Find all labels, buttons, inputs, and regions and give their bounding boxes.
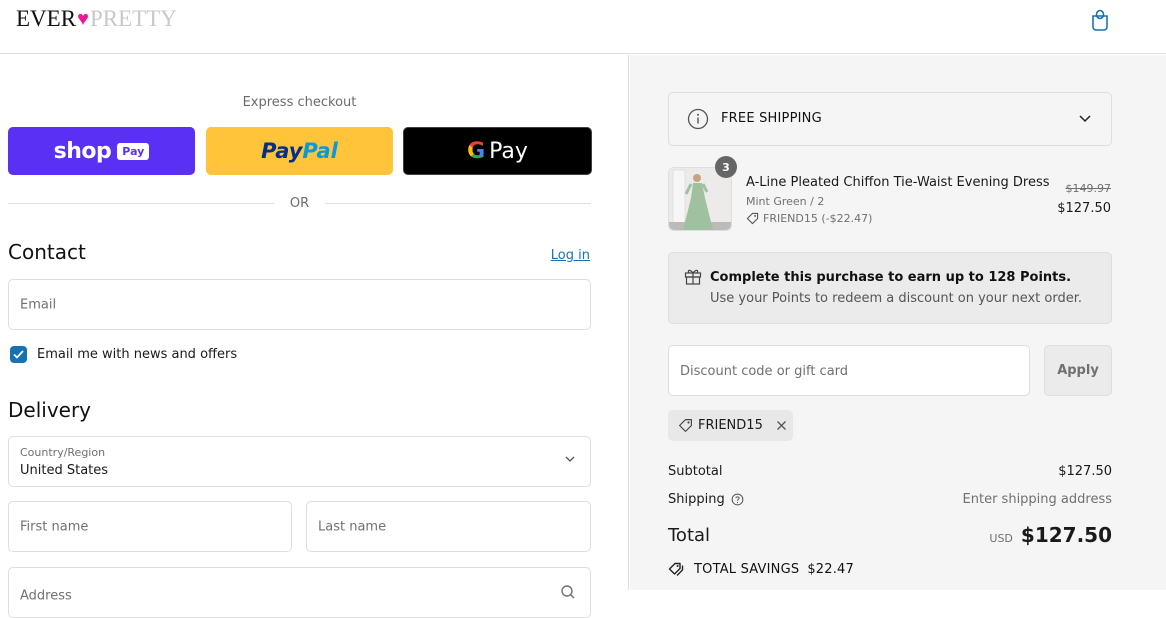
total-row: Total USD $127.50 [668,523,1112,547]
discount-code-input[interactable]: Discount code or gift card [668,345,1030,396]
express-checkout-label: Express checkout [242,95,357,110]
remove-discount-button[interactable] [776,420,787,431]
total-value: $127.50 [1020,523,1112,547]
total-savings: TOTAL SAVINGS $22.47 [668,561,854,577]
product-name: A-Line Pleated Chiffon Tie-Waist Evening… [746,175,1050,190]
points-title: Complete this purchase to earn up to 128… [710,270,1072,285]
quantity-badge: 3 [715,156,737,178]
shipping-value: Enter shipping address [962,492,1112,507]
log-in-link[interactable]: Log in [551,248,590,263]
discounted-price: $127.50 [1057,201,1111,216]
newsletter-checkbox[interactable] [10,346,27,363]
discount-placeholder: Discount code or gift card [680,364,849,379]
shipping-row: Shipping Enter shipping address [668,492,1112,507]
help-icon[interactable] [731,493,744,506]
first-name-placeholder: First name [20,519,89,534]
points-subtitle: Use your Points to redeem a discount on … [710,291,1083,306]
heart-icon: ♥ [77,8,89,30]
chevron-down-icon [1079,115,1091,123]
applied-discount-tag: FRIEND15 [668,410,793,441]
divider-line [325,202,592,204]
address-placeholder: Address [20,588,72,604]
total-label: Total [668,524,711,546]
paypal-logo-pay: Pay [261,139,303,163]
savings-label: TOTAL SAVINGS [694,561,800,577]
product-discount: FRIEND15 (-$22.47) [746,212,872,225]
shipping-label: Shipping [668,492,725,507]
shop-pay-word: shop [53,138,112,164]
google-g-icon: G [467,138,486,164]
order-summary: FREE SHIPPING 3 A-Line Pleated Chiffon T… [630,55,1166,590]
newsletter-label: Email me with news and offers [37,347,238,362]
shop-pay-badge: Pay [117,142,150,160]
product-discount-text: FRIEND15 (-$22.47) [763,212,873,225]
points-banner: Complete this purchase to earn up to 128… [668,252,1112,324]
email-placeholder: Email [20,297,57,312]
tag-icon [679,419,692,432]
paypal-logo-pal: Pal [302,139,338,163]
site-header: EVER ♥ PRETTY [0,0,1166,54]
applied-code: FRIEND15 [698,418,763,433]
chevron-down-icon [565,456,575,462]
country-region-select[interactable]: Country/Region United States [8,436,591,487]
savings-tag-icon [668,562,684,576]
product-variant: Mint Green / 2 [746,195,825,208]
email-field[interactable]: Email [8,279,591,330]
logo-part-pretty: PRETTY [89,6,177,31]
savings-value: $22.47 [807,561,854,577]
google-pay-button[interactable]: G Pay [403,127,592,175]
close-icon [776,421,786,430]
last-name-field[interactable]: Last name [306,501,591,552]
last-name-placeholder: Last name [318,519,387,534]
gift-icon [684,269,702,285]
address-field[interactable]: Address [8,567,591,618]
search-icon [561,585,575,599]
apply-button[interactable]: Apply [1044,345,1112,396]
delivery-heading: Delivery [8,398,92,422]
or-label: OR [289,195,310,211]
subtotal-value: $127.50 [1058,464,1112,479]
country-value: United States [20,463,109,478]
subtotal-label: Subtotal [668,464,723,479]
or-divider: OR [8,195,592,211]
subtotal-row: Subtotal $127.50 [668,464,1112,479]
divider-line [8,202,274,204]
tag-icon [746,212,759,225]
free-shipping-banner[interactable]: FREE SHIPPING [668,92,1112,146]
info-icon [687,108,709,130]
original-price: $149.97 [1065,182,1112,195]
checkmark-icon [13,350,24,359]
gpay-label: Pay [489,138,528,164]
free-shipping-text: FREE SHIPPING [721,111,822,126]
checkout-form: Express checkout shop Pay Pay Pal G Pay O… [0,55,629,618]
shopping-bag-icon[interactable] [1090,9,1110,31]
contact-heading: Contact [8,240,86,264]
first-name-field[interactable]: First name [8,501,292,552]
currency-code: USD [989,532,1013,545]
everpretty-logo[interactable]: EVER ♥ PRETTY [16,6,177,32]
paypal-button[interactable]: Pay Pal [206,127,393,175]
country-label: Country/Region [20,446,106,459]
logo-part-ever: EVER [16,6,77,31]
shop-pay-button[interactable]: shop Pay [8,127,195,175]
